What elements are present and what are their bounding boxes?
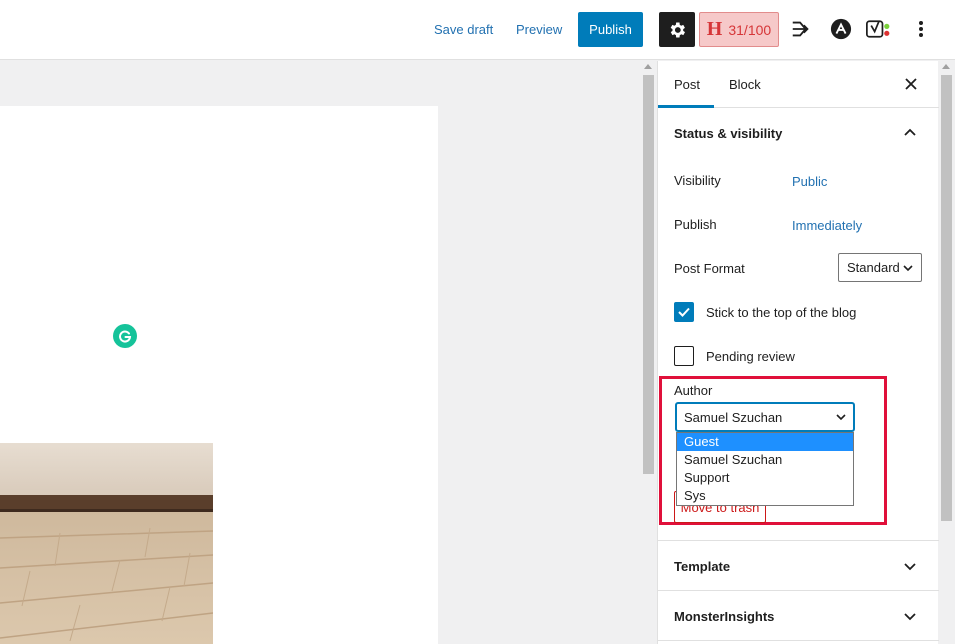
grammarly-button[interactable]	[113, 324, 137, 348]
gear-icon	[670, 22, 685, 37]
chevron-down-icon	[903, 264, 913, 271]
post-format-select[interactable]: Standard	[838, 253, 922, 282]
preview-button[interactable]: Preview	[516, 22, 562, 37]
author-dropdown-list: Guest Samuel Szuchan Support Sys	[676, 432, 854, 506]
save-draft-button[interactable]: Save draft	[434, 22, 493, 37]
checkmark-icon	[678, 307, 690, 317]
post-format-value: Standard	[847, 260, 900, 275]
post-featured-image[interactable]	[0, 443, 213, 644]
plugin-fork-button[interactable]	[788, 16, 814, 42]
editor-scrollbar[interactable]	[640, 61, 657, 644]
chevron-down-icon[interactable]	[902, 608, 918, 624]
section-divider	[658, 590, 939, 591]
visibility-toggle[interactable]: Public	[792, 174, 827, 189]
publish-date-toggle[interactable]: Immediately	[792, 218, 862, 233]
seo-plugin-logo: H	[706, 18, 723, 40]
author-select[interactable]: Samuel Szuchan	[676, 403, 854, 431]
status-visibility-title[interactable]: Status & visibility	[674, 126, 782, 141]
scroll-up-arrow-icon[interactable]	[644, 64, 652, 69]
visibility-label: Visibility	[674, 173, 721, 188]
sticky-label[interactable]: Stick to the top of the blog	[706, 305, 856, 320]
chevron-down-icon[interactable]	[902, 558, 918, 574]
section-divider	[658, 540, 939, 541]
pending-review-label[interactable]: Pending review	[706, 349, 795, 364]
yoast-icon	[866, 20, 890, 38]
editor-scrollbar-thumb[interactable]	[643, 75, 654, 474]
sidebar-scrollbar[interactable]	[938, 61, 955, 644]
vertical-ellipsis-icon	[919, 21, 923, 37]
more-options-button[interactable]	[908, 16, 934, 42]
section-divider	[658, 640, 939, 641]
sticky-checkbox[interactable]	[674, 302, 694, 322]
publish-button[interactable]: Publish	[578, 12, 643, 47]
tab-post[interactable]: Post	[674, 77, 700, 92]
author-option-samuel[interactable]: Samuel Szuchan	[677, 451, 853, 469]
sidebar-scrollbar-thumb[interactable]	[941, 75, 952, 521]
template-panel-title[interactable]: Template	[674, 559, 730, 574]
publish-label: Publish	[674, 217, 717, 232]
plugin-a-button[interactable]	[828, 16, 854, 42]
author-option-support[interactable]: Support	[677, 469, 853, 487]
author-option-sys[interactable]: Sys	[677, 487, 853, 505]
grammarly-icon	[119, 330, 132, 343]
active-tab-indicator	[658, 105, 714, 108]
monsterinsights-panel-title[interactable]: MonsterInsights	[674, 609, 774, 624]
pending-review-checkbox[interactable]	[674, 346, 694, 366]
close-icon	[905, 78, 917, 90]
fork-arrows-icon	[792, 21, 809, 37]
seo-score-badge[interactable]: H 31/100	[699, 12, 779, 47]
editor-screen: Save draft Preview Publish H 31/100 Post…	[0, 0, 955, 644]
chevron-down-icon	[836, 414, 846, 421]
sidebar-tabs: Post Block	[658, 61, 939, 108]
editor-toolbar: Save draft Preview Publish H 31/100	[0, 0, 955, 60]
yoast-seo-button[interactable]	[866, 16, 892, 42]
settings-button[interactable]	[659, 12, 695, 47]
author-selected-value: Samuel Szuchan	[684, 409, 783, 425]
chevron-up-icon[interactable]	[902, 125, 918, 141]
author-option-guest[interactable]: Guest	[677, 433, 853, 451]
post-format-label: Post Format	[674, 261, 745, 276]
seo-score-value: 31/100	[728, 21, 772, 38]
settings-sidebar: Post Block Status & visibility Visibilit…	[657, 61, 939, 644]
tab-block[interactable]: Block	[729, 77, 761, 92]
scroll-up-arrow-icon[interactable]	[942, 64, 950, 69]
a-logo-icon	[830, 18, 852, 40]
close-sidebar-button[interactable]	[902, 75, 920, 93]
author-label: Author	[674, 383, 713, 398]
floor-photo-image	[0, 443, 213, 644]
